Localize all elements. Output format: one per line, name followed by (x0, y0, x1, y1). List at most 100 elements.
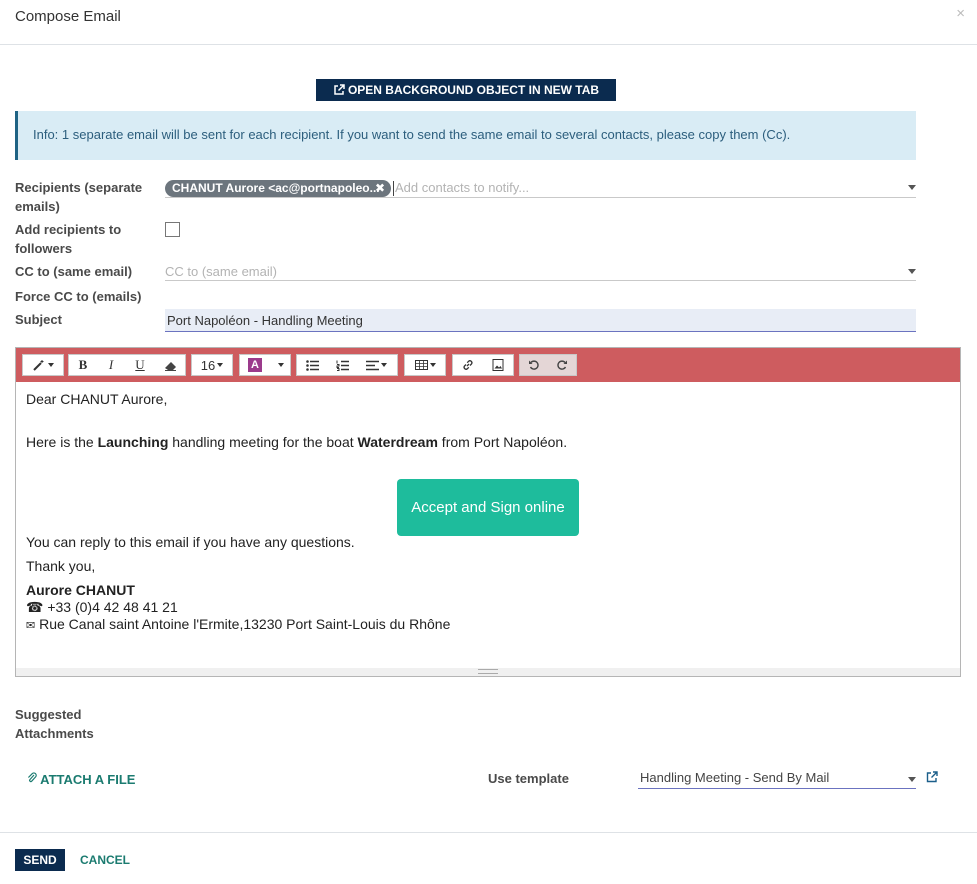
image-button[interactable] (483, 355, 513, 375)
magic-wand-icon (33, 360, 44, 371)
underline-button[interactable]: U (125, 355, 155, 375)
recipient-chip-label: CHANUT Aurore <ac@portnapoleo... (172, 181, 380, 195)
cc-label: CC to (same email) (15, 264, 133, 279)
font-size-value: 16 (200, 357, 216, 373)
suggested-attachments-line2: Attachments (15, 726, 94, 741)
paperclip-icon (27, 772, 37, 783)
color-dropdown-button[interactable] (270, 355, 290, 375)
template-dropdown-icon[interactable] (908, 777, 916, 782)
subject-input[interactable] (165, 309, 916, 332)
font-group: B I U (68, 354, 186, 376)
open-background-object-label: OPEN BACKGROUND OBJECT IN NEW TAB (347, 83, 600, 97)
editor-toolbar: B I U 16 A (16, 348, 960, 382)
table-icon (414, 360, 428, 370)
signature-name: Aurore CHANUT (26, 582, 135, 598)
unordered-list-button[interactable] (297, 355, 327, 375)
thanks-text: Thank you, (26, 558, 96, 574)
recipient-chip[interactable]: CHANUT Aurore <ac@portnapoleo... ✖ (165, 180, 391, 197)
link-button[interactable] (453, 355, 483, 375)
reply-text: You can reply to this email if you have … (26, 534, 355, 550)
footer-separator (0, 832, 977, 833)
recipients-label-line2: emails) (15, 199, 60, 214)
undo-icon (529, 360, 539, 370)
link-icon (463, 360, 473, 370)
italic-button[interactable]: I (97, 355, 125, 375)
intro-text-3: from Port Napoléon. (437, 434, 568, 450)
font-size-button[interactable]: 16 (192, 355, 232, 375)
template-external-link-icon[interactable] (926, 771, 938, 783)
address-text: Rue Canal saint Antoine l'Ermite,13230 P… (39, 616, 451, 632)
template-label: Use template (488, 771, 569, 786)
attach-file-label: ATTACH A FILE (40, 772, 136, 787)
magic-style-button[interactable] (23, 355, 63, 375)
redo-button[interactable] (548, 355, 576, 375)
cc-input[interactable]: CC to (same email) (165, 264, 277, 279)
add-followers-label: Add recipients to followers (15, 220, 121, 258)
subject-label: Subject (15, 312, 62, 327)
recipients-input[interactable]: Add contacts to notify... (395, 180, 529, 195)
dialog-title: Compose Email (15, 8, 121, 25)
send-button[interactable]: SEND (15, 849, 65, 871)
history-group (519, 354, 577, 376)
recipients-dropdown-icon[interactable] (908, 185, 916, 190)
external-link-icon (334, 84, 345, 95)
suggested-attachments-label: Suggested Attachments (15, 705, 94, 743)
greeting-text: Dear CHANUT Aurore, (26, 391, 168, 407)
redo-icon (557, 360, 567, 370)
image-icon (492, 359, 504, 371)
font-color-icon: A (248, 358, 262, 372)
resize-handle[interactable] (16, 668, 960, 676)
align-button[interactable] (357, 355, 395, 375)
numbered-list-icon (336, 360, 349, 371)
envelope-icon: ✉ (26, 620, 36, 632)
add-followers-label-line2: followers (15, 241, 73, 256)
table-group (404, 354, 446, 376)
cc-underline (165, 280, 916, 281)
table-button[interactable] (405, 355, 445, 375)
bold-button[interactable]: B (69, 355, 97, 375)
remove-recipient-icon[interactable]: ✖ (375, 181, 385, 195)
open-background-object-button[interactable]: OPEN BACKGROUND OBJECT IN NEW TAB (316, 79, 616, 101)
insert-group (452, 354, 514, 376)
force-cc-label: Force CC to (emails) (15, 289, 142, 304)
ordered-list-button[interactable] (327, 355, 357, 375)
recipients-underline (165, 197, 916, 198)
style-group (22, 354, 64, 376)
paragraph-group (296, 354, 398, 376)
accept-sign-button[interactable]: Accept and Sign online (397, 479, 579, 536)
color-group: A (239, 354, 291, 376)
intro-text-1: Here is the (26, 434, 98, 450)
editor-content[interactable]: Dear CHANUT Aurore, Here is the Launchin… (16, 382, 960, 668)
grip-icon (478, 669, 498, 674)
html-editor: B I U 16 A Dear CHANUT Aurore, Here is t… (15, 347, 961, 677)
recipients-label-line1: Recipients (separate (15, 180, 143, 195)
align-left-icon (365, 360, 379, 370)
phone-number: +33 (0)4 42 48 41 21 (47, 599, 178, 615)
signature-phone: ☎ +33 (0)4 42 48 41 21 (26, 599, 178, 616)
template-select[interactable]: Handling Meeting - Send By Mail (640, 770, 829, 785)
intro-paragraph: Here is the Launching handling meeting f… (26, 434, 567, 450)
eraser-icon (164, 361, 176, 371)
font-color-button[interactable]: A (240, 355, 270, 375)
close-icon[interactable]: × (956, 5, 965, 22)
font-size-group: 16 (191, 354, 233, 376)
intro-text-2: handling meeting for the boat (168, 434, 358, 450)
add-followers-label-line1: Add recipients to (15, 222, 122, 237)
template-underline (638, 788, 916, 789)
bullet-list-icon (305, 359, 319, 371)
eraser-button[interactable] (155, 355, 185, 375)
suggested-attachments-line1: Suggested (15, 707, 82, 722)
undo-button[interactable] (520, 355, 548, 375)
cc-dropdown-icon[interactable] (908, 269, 916, 274)
text-cursor (393, 181, 394, 196)
info-alert: Info: 1 separate email will be sent for … (15, 111, 916, 160)
event-name: Launching (97, 434, 169, 450)
signature-address: ✉ Rue Canal saint Antoine l'Ermite,13230… (26, 616, 450, 632)
attach-file-button[interactable]: ATTACH A FILE (27, 772, 135, 787)
boat-name: Waterdream (357, 434, 438, 450)
modal-header: Compose Email × (0, 0, 977, 45)
cancel-button[interactable]: CANCEL (80, 853, 130, 867)
recipients-label: Recipients (separate emails) (15, 178, 142, 216)
phone-icon: ☎ (26, 599, 44, 615)
add-followers-checkbox[interactable] (165, 222, 180, 237)
